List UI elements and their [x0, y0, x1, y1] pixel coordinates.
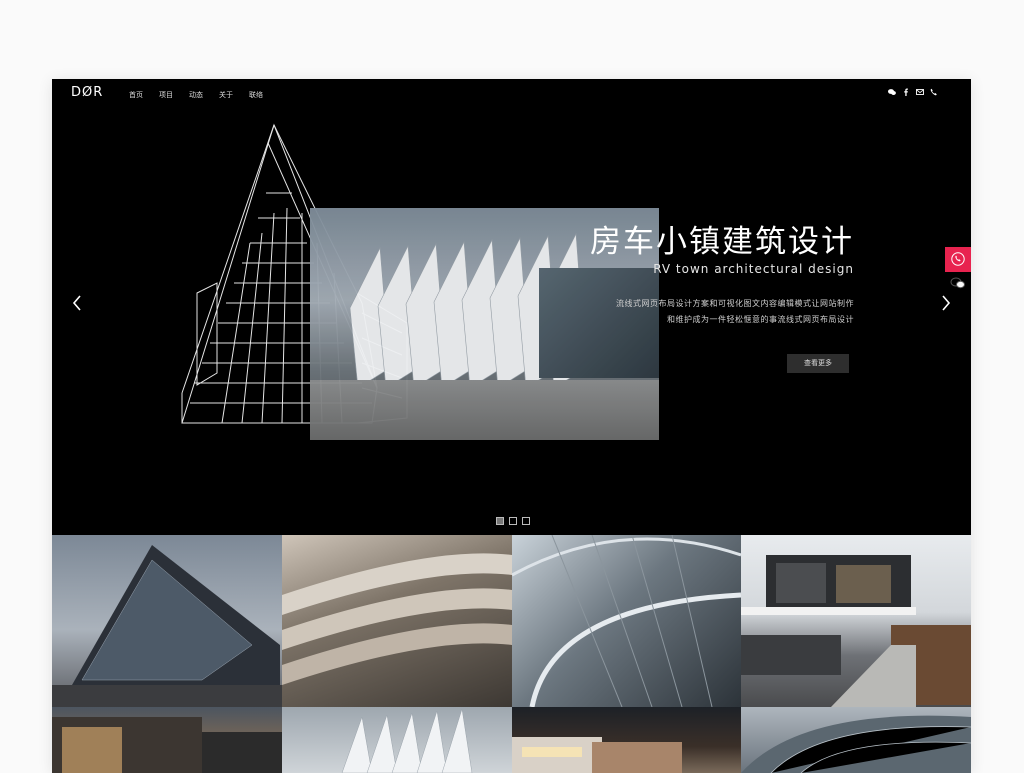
- hero-subtitle: RV town architectural design: [653, 262, 854, 276]
- nav-item-projects[interactable]: 项目: [159, 90, 173, 100]
- gallery-tile[interactable]: [512, 707, 741, 773]
- social-links: [888, 88, 938, 96]
- gallery-tile[interactable]: [282, 535, 512, 707]
- main-menu: 首页 项目 动态 关于 联络: [129, 90, 263, 100]
- logo[interactable]: DØR: [71, 85, 103, 100]
- slider-dot-2[interactable]: [509, 517, 517, 525]
- wechat-icon: [950, 277, 965, 289]
- hero-title: 房车小镇建筑设计: [590, 224, 854, 260]
- nav-item-contact[interactable]: 联络: [249, 90, 263, 100]
- gallery-tile[interactable]: [741, 707, 971, 773]
- nav-item-home[interactable]: 首页: [129, 90, 143, 100]
- gallery-tile[interactable]: [512, 535, 741, 707]
- view-more-button[interactable]: 查看更多: [787, 354, 849, 373]
- nav-item-news[interactable]: 动态: [189, 90, 203, 100]
- gallery-tile[interactable]: [52, 707, 282, 773]
- top-nav: DØR 首页 项目 动态 关于 联络: [52, 79, 971, 109]
- slider-dot-3[interactable]: [522, 517, 530, 525]
- gallery-tile[interactable]: [741, 535, 971, 707]
- side-phone-button[interactable]: [945, 247, 971, 272]
- mail-icon[interactable]: [916, 88, 924, 96]
- hero-slider: 房车小镇建筑设计 RV town architectural design 流线…: [52, 109, 971, 535]
- hero-description-line2: 和维护成为一件轻松惬意的事流线式网页布局设计: [667, 315, 854, 324]
- wechat-icon[interactable]: [888, 88, 896, 96]
- phone-icon: [951, 252, 965, 266]
- side-wechat-button[interactable]: [945, 276, 971, 294]
- slider-dots: [496, 517, 530, 525]
- facebook-icon[interactable]: [902, 88, 910, 96]
- next-slide-arrow-icon[interactable]: [941, 295, 951, 316]
- hero-description-line1: 流线式网页布局设计方案和可视化图文内容编辑模式让网站制作: [616, 299, 854, 308]
- page-frame: DØR 首页 项目 动态 关于 联络 房车小镇建筑设计 RV town arch…: [52, 79, 971, 773]
- nav-item-about[interactable]: 关于: [219, 90, 233, 100]
- prev-slide-arrow-icon[interactable]: [72, 295, 82, 316]
- slider-dot-1[interactable]: [496, 517, 504, 525]
- gallery-tile[interactable]: [52, 535, 282, 707]
- project-gallery: [52, 535, 971, 773]
- gallery-tile[interactable]: [282, 707, 512, 773]
- phone-icon[interactable]: [930, 88, 938, 96]
